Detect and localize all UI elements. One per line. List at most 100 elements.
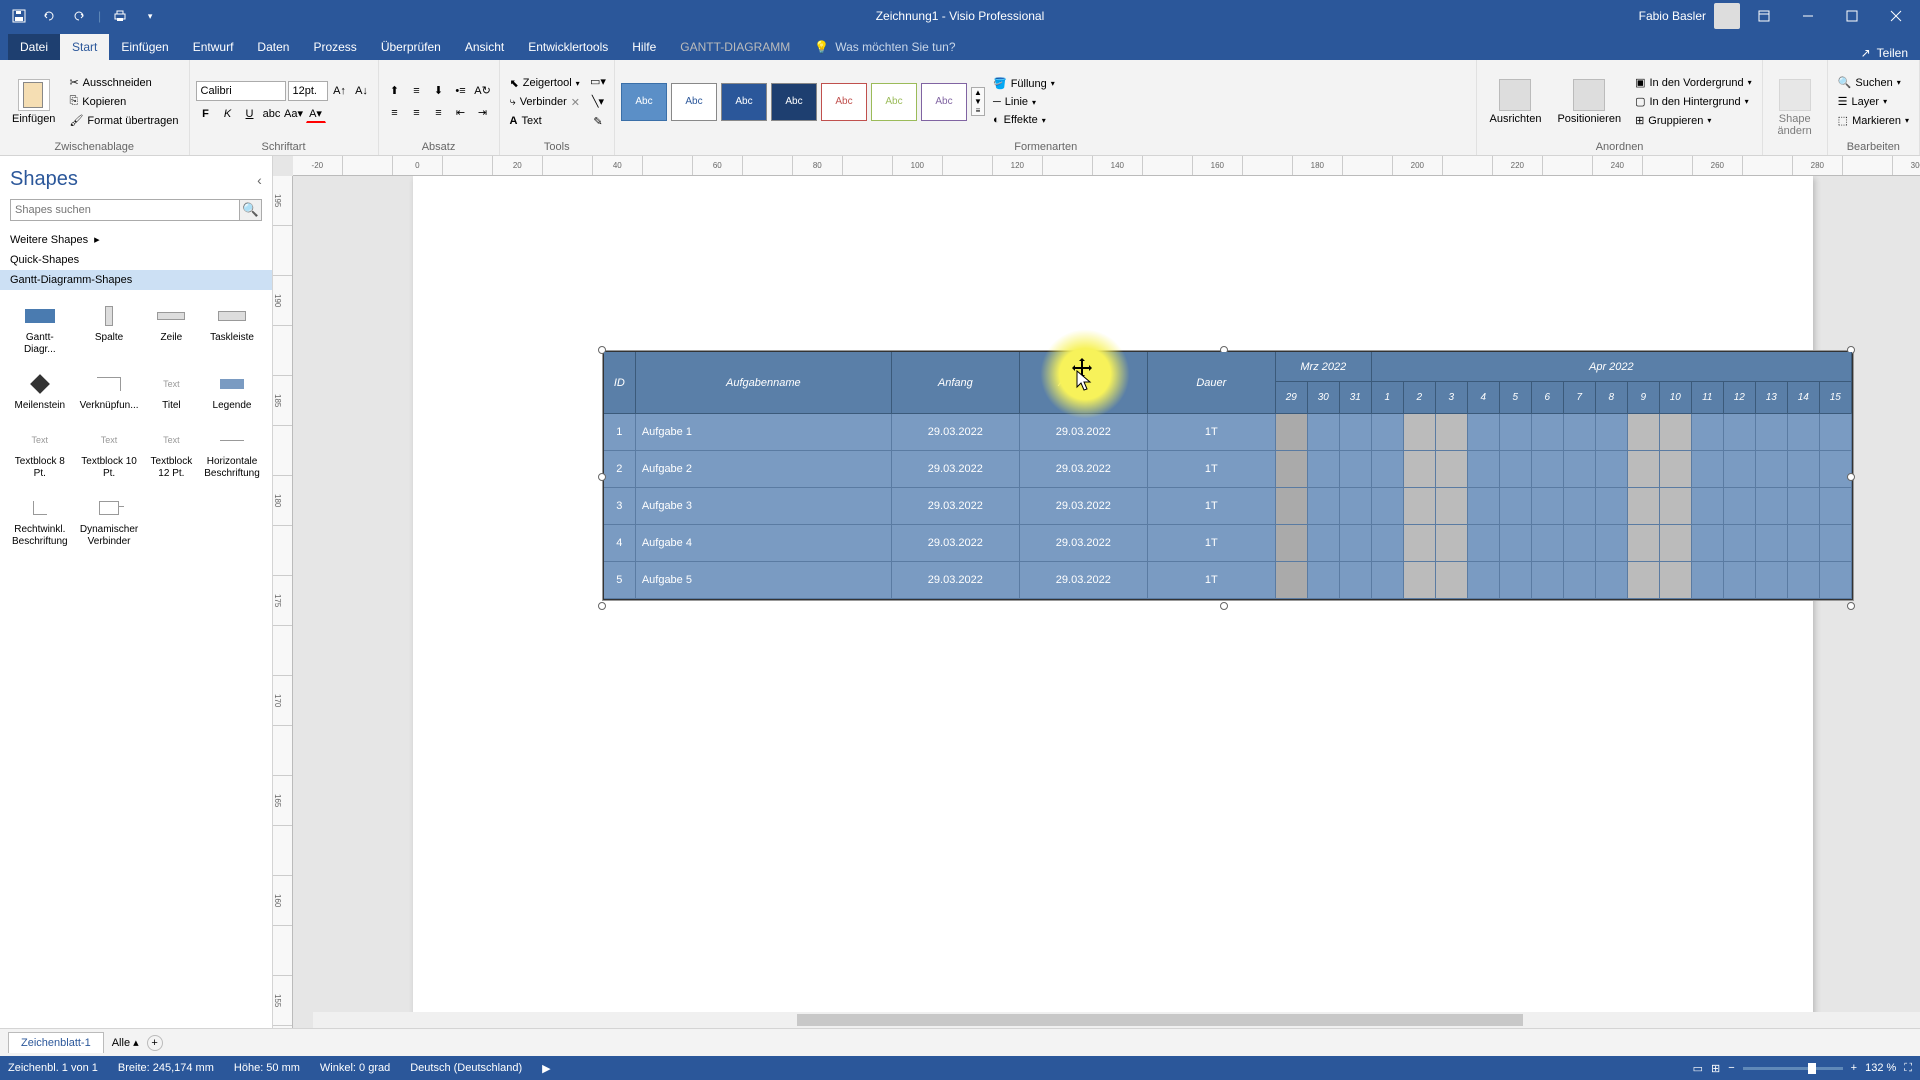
gantt-cell-day[interactable] <box>1564 562 1596 599</box>
gantt-day-header[interactable]: 29 <box>1276 382 1308 414</box>
connector-tool-button[interactable]: ⤷Verbinder✕ <box>506 94 584 111</box>
align-right-icon[interactable]: ≡ <box>429 104 449 122</box>
gantt-cell-day[interactable] <box>1596 525 1628 562</box>
more-shapes[interactable]: Weitere Shapes▸ <box>0 229 272 250</box>
text-tool-button[interactable]: AText <box>506 113 584 129</box>
gantt-cell-day[interactable] <box>1276 451 1308 488</box>
presentation-mode-icon[interactable]: ▭ <box>1693 1062 1703 1075</box>
gantt-cell-day[interactable] <box>1724 451 1756 488</box>
grow-font-icon[interactable]: A↑ <box>330 82 350 100</box>
gantt-cell-end[interactable]: 29.03.2022 <box>1020 525 1148 562</box>
gantt-cell-day[interactable] <box>1532 525 1564 562</box>
send-back-button[interactable]: ▢In den Hintergrund▾ <box>1631 93 1756 110</box>
gantt-cell-day[interactable] <box>1500 525 1532 562</box>
gantt-month-2[interactable]: Apr 2022 <box>1372 352 1852 382</box>
gantt-cell-day[interactable] <box>1756 414 1788 451</box>
gantt-cell-day[interactable] <box>1692 562 1724 599</box>
font-name-select[interactable] <box>196 81 286 101</box>
gantt-cell-day[interactable] <box>1628 562 1660 599</box>
gantt-cell-id[interactable]: 4 <box>604 525 636 562</box>
selection-handle[interactable] <box>1220 602 1228 610</box>
gantt-cell-end[interactable]: 29.03.2022 <box>1020 488 1148 525</box>
redo-icon[interactable] <box>68 5 90 27</box>
maximize-button[interactable] <box>1832 2 1872 30</box>
gantt-cell-day[interactable] <box>1756 562 1788 599</box>
fill-button[interactable]: 🪣Füllung▾ <box>989 75 1059 92</box>
gantt-day-header[interactable]: 3 <box>1436 382 1468 414</box>
gantt-cell-duration[interactable]: 1T <box>1148 414 1276 451</box>
gantt-cell-day[interactable] <box>1788 562 1820 599</box>
gantt-chart[interactable]: ID Aufgabenname Anfang Abschluss Dauer M… <box>603 351 1853 600</box>
gantt-day-header[interactable]: 4 <box>1468 382 1500 414</box>
gantt-month-1[interactable]: Mrz 2022 <box>1276 352 1372 382</box>
fit-window-icon[interactable]: ⛶ <box>1904 1062 1912 1075</box>
gantt-cell-name[interactable]: Aufgabe 4 <box>636 525 892 562</box>
gantt-cell-id[interactable]: 5 <box>604 562 636 599</box>
gantt-cell-day[interactable] <box>1500 488 1532 525</box>
strike-button[interactable]: abc <box>262 105 282 123</box>
gantt-row[interactable]: 1Aufgabe 129.03.202229.03.20221T <box>604 414 1852 451</box>
quick-shapes[interactable]: Quick-Shapes <box>0 250 272 270</box>
style-swatch-2[interactable]: Abc <box>671 83 717 121</box>
align-button[interactable]: Ausrichten <box>1483 75 1547 129</box>
share-button[interactable]: Teilen <box>1877 46 1908 60</box>
tab-help[interactable]: Hilfe <box>620 34 668 60</box>
gantt-cell-day[interactable] <box>1532 451 1564 488</box>
style-swatch-7[interactable]: Abc <box>921 83 967 121</box>
shape-stencil-item[interactable]: TextTitel <box>149 368 195 416</box>
font-size-select[interactable] <box>288 81 328 101</box>
shape-stencil-item[interactable]: Zeile <box>149 300 195 360</box>
gantt-header-name[interactable]: Aufgabenname <box>636 352 892 414</box>
tell-me[interactable]: 💡 Was möchten Sie tun? <box>802 34 967 60</box>
gantt-cell-start[interactable]: 29.03.2022 <box>892 525 1020 562</box>
gantt-cell-duration[interactable]: 1T <box>1148 488 1276 525</box>
style-swatch-3[interactable]: Abc <box>721 83 767 121</box>
print-icon[interactable] <box>109 5 131 27</box>
gantt-day-header[interactable]: 14 <box>1788 382 1820 414</box>
gantt-cell-day[interactable] <box>1660 451 1692 488</box>
layer-button[interactable]: ☰Layer▾ <box>1834 93 1913 110</box>
cut-button[interactable]: ✂Ausschneiden <box>65 74 182 91</box>
gantt-cell-name[interactable]: Aufgabe 5 <box>636 562 892 599</box>
close-button[interactable] <box>1876 2 1916 30</box>
align-middle-icon[interactable]: ≡ <box>407 82 427 100</box>
gantt-cell-day[interactable] <box>1692 525 1724 562</box>
zoom-level[interactable]: 132 % <box>1865 1062 1896 1074</box>
select-button[interactable]: ⬚Markieren▾ <box>1834 112 1913 129</box>
gantt-cell-day[interactable] <box>1596 562 1628 599</box>
gantt-cell-day[interactable] <box>1628 451 1660 488</box>
gantt-cell-day[interactable] <box>1340 562 1372 599</box>
gantt-cell-day[interactable] <box>1372 525 1404 562</box>
user-name[interactable]: Fabio Basler <box>1639 9 1706 23</box>
tab-file[interactable]: Datei <box>8 34 60 60</box>
gantt-day-header[interactable]: 5 <box>1500 382 1532 414</box>
gantt-cell-name[interactable]: Aufgabe 2 <box>636 451 892 488</box>
gantt-cell-day[interactable] <box>1660 525 1692 562</box>
align-top-icon[interactable]: ⬆ <box>385 82 405 100</box>
qat-customize-icon[interactable]: ▾ <box>139 5 161 27</box>
tab-data[interactable]: Daten <box>245 34 301 60</box>
gantt-cell-day[interactable] <box>1756 451 1788 488</box>
style-swatch-6[interactable]: Abc <box>871 83 917 121</box>
gantt-cell-start[interactable]: 29.03.2022 <box>892 562 1020 599</box>
tab-gantt[interactable]: GANTT-DIAGRAMM <box>668 34 802 60</box>
gantt-cell-day[interactable] <box>1596 414 1628 451</box>
line-icon[interactable]: ╲▾ <box>588 93 608 111</box>
gantt-cell-day[interactable] <box>1564 414 1596 451</box>
shapes-search-input[interactable] <box>10 199 240 221</box>
gantt-cell-day[interactable] <box>1628 414 1660 451</box>
tab-insert[interactable]: Einfügen <box>109 34 180 60</box>
gantt-cell-day[interactable] <box>1308 488 1340 525</box>
add-page-button[interactable]: + <box>147 1035 163 1051</box>
gantt-cell-day[interactable] <box>1724 414 1756 451</box>
tab-view[interactable]: Ansicht <box>453 34 516 60</box>
gantt-day-header[interactable]: 6 <box>1532 382 1564 414</box>
gantt-cell-day[interactable] <box>1692 414 1724 451</box>
bold-button[interactable]: F <box>196 105 216 123</box>
find-button[interactable]: 🔍Suchen▾ <box>1834 74 1913 91</box>
gantt-cell-id[interactable]: 3 <box>604 488 636 525</box>
gantt-shapes-category[interactable]: Gantt-Diagramm-Shapes <box>0 270 272 290</box>
bullets-icon[interactable]: •≡ <box>451 82 471 100</box>
gantt-cell-day[interactable] <box>1628 488 1660 525</box>
gantt-header-start[interactable]: Anfang <box>892 352 1020 414</box>
